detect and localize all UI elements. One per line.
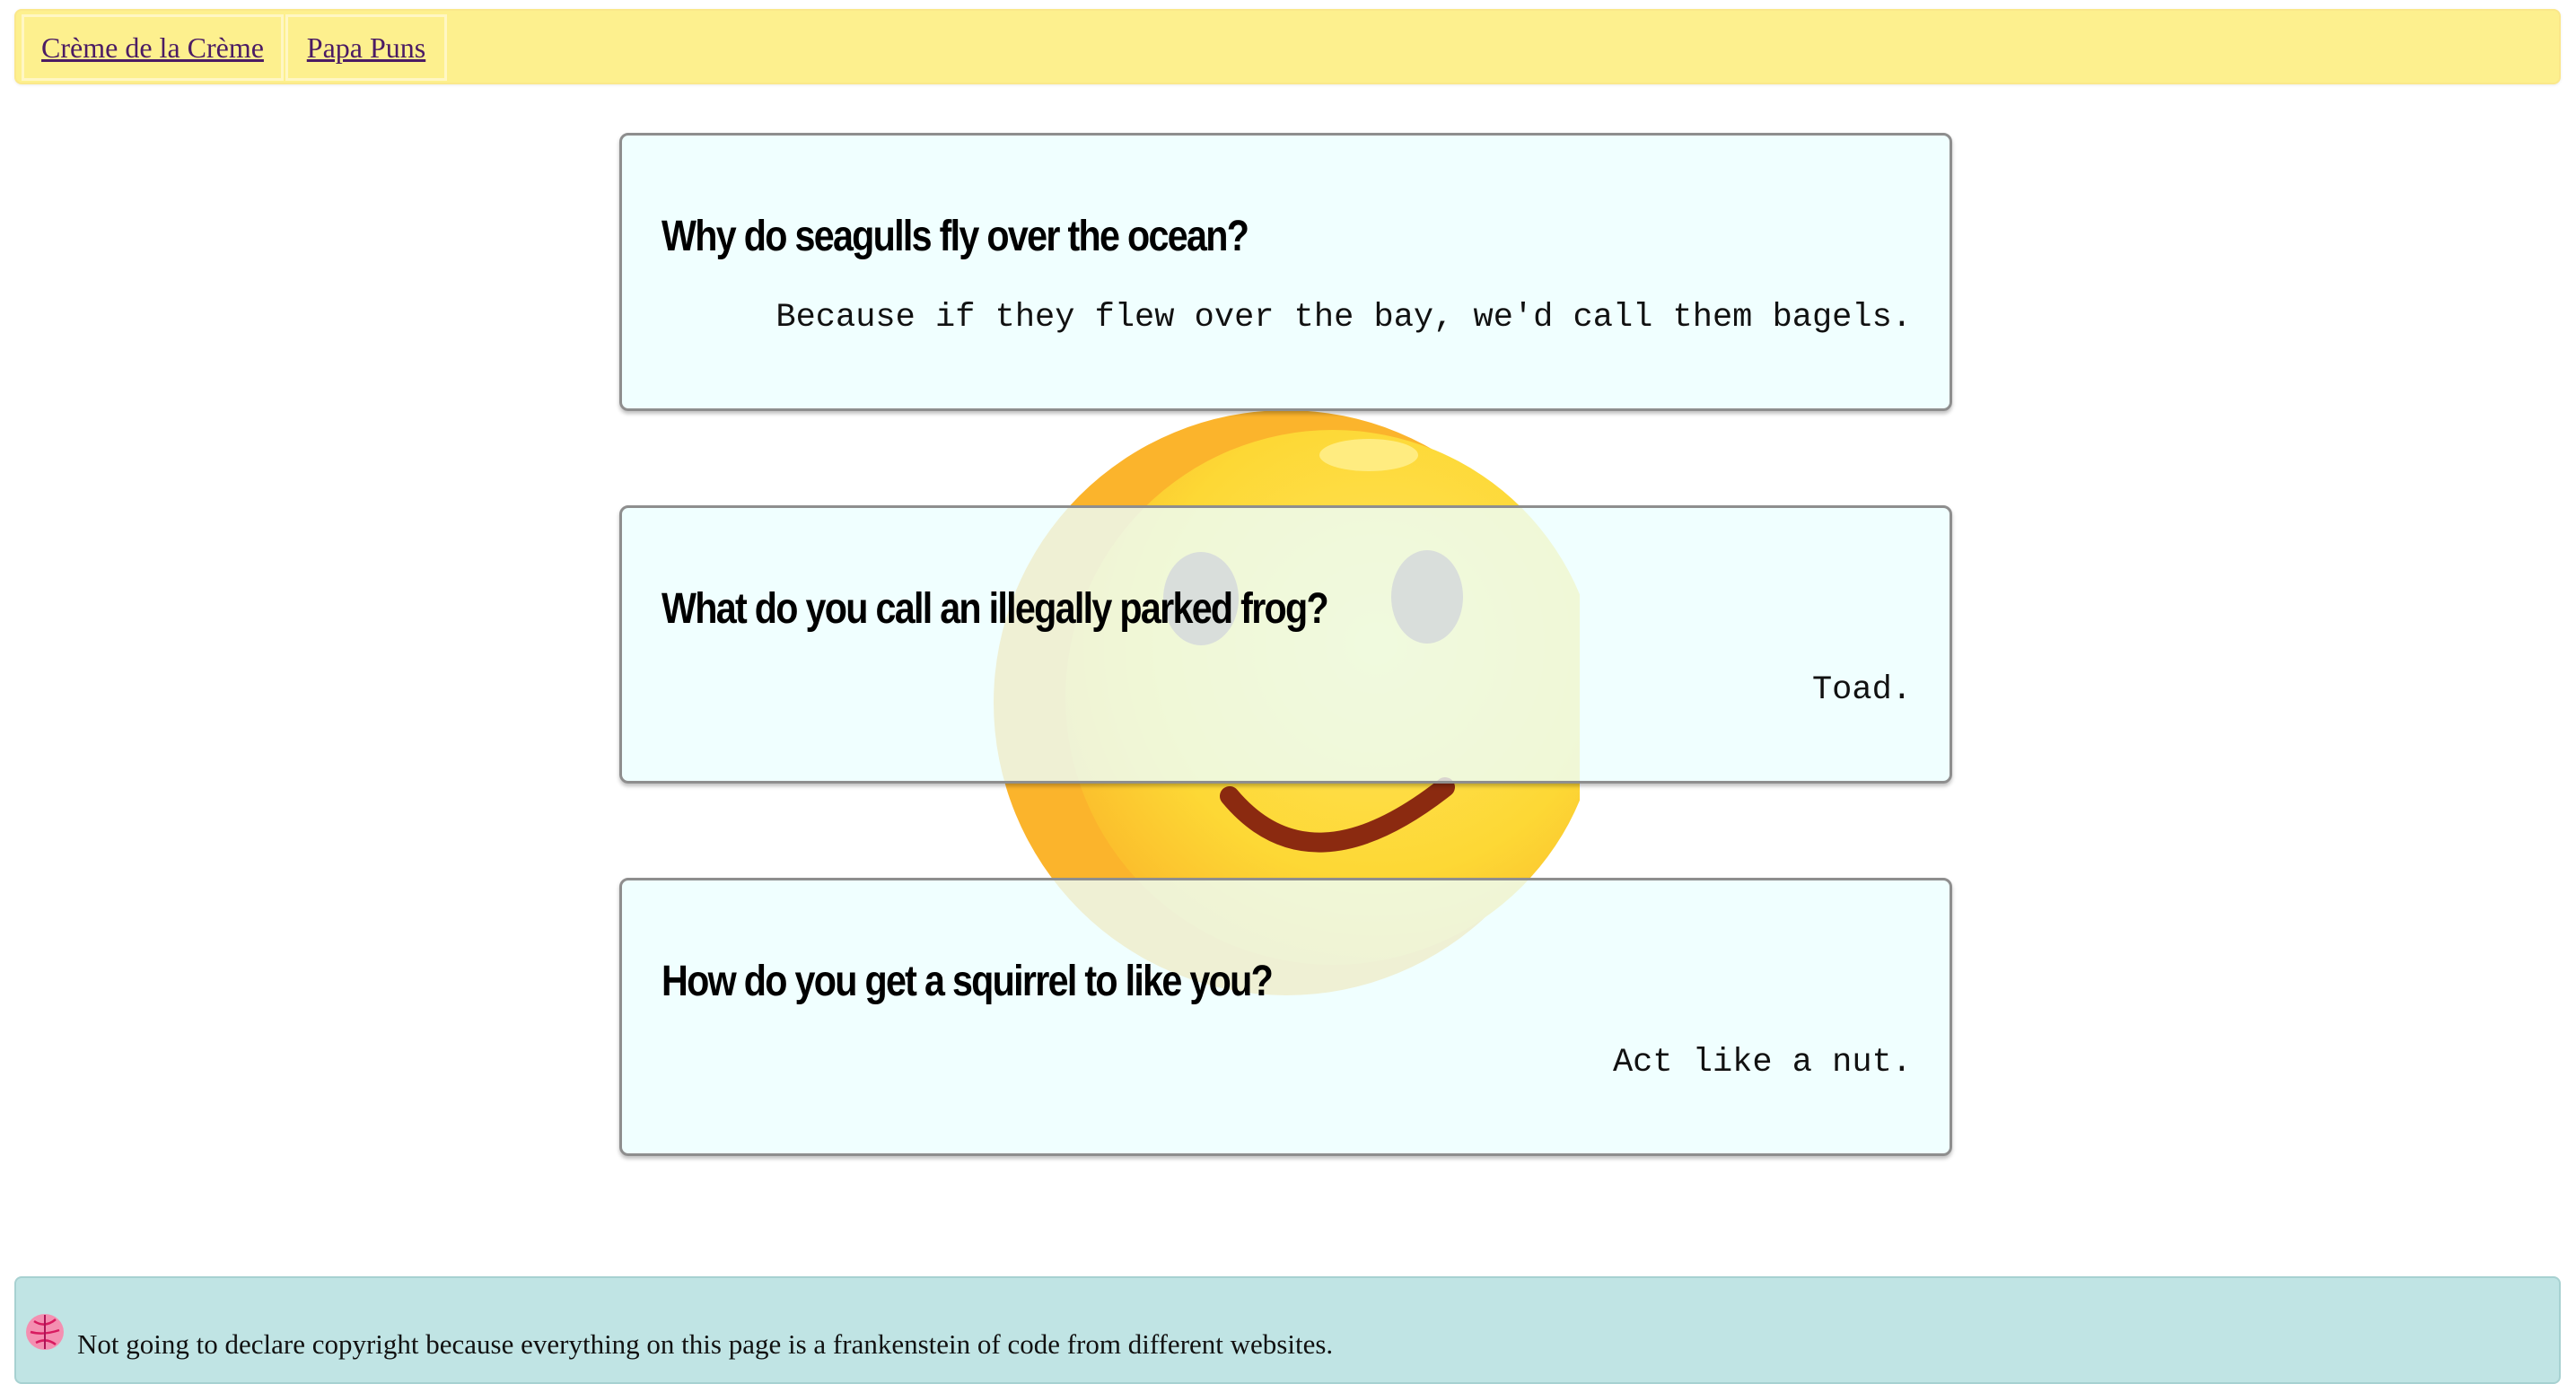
joke-card: What do you call an illegally parked fro… <box>619 505 1952 784</box>
joke-answer: Toad. <box>1811 671 1912 709</box>
joke-answer: Because if they flew over the bay, we'd … <box>775 299 1912 337</box>
joke-card: How do you get a squirrel to like you? A… <box>619 878 1952 1156</box>
nav-link-papa-puns[interactable]: Papa Puns <box>307 31 425 65</box>
pink-brain-icon <box>26 1314 64 1350</box>
nav-item-creme[interactable]: Crème de la Crème <box>22 14 284 81</box>
nav-item-papa-puns[interactable]: Papa Puns <box>285 14 447 81</box>
top-navigation: Crème de la Crème Papa Puns <box>14 9 2561 84</box>
joke-question: Why do seagulls fly over the ocean? <box>662 213 1249 260</box>
joke-card: Why do seagulls fly over the ocean? Beca… <box>619 133 1952 411</box>
joke-question: How do you get a squirrel to like you? <box>662 958 1274 1005</box>
joke-question: What do you call an illegally parked fro… <box>662 585 1329 633</box>
joke-answer: Act like a nut. <box>1612 1044 1912 1082</box>
footer-text: Not going to declare copyright because e… <box>77 1328 1334 1360</box>
nav-link-creme[interactable]: Crème de la Crème <box>41 31 264 65</box>
footer: Not going to declare copyright because e… <box>14 1276 2561 1384</box>
